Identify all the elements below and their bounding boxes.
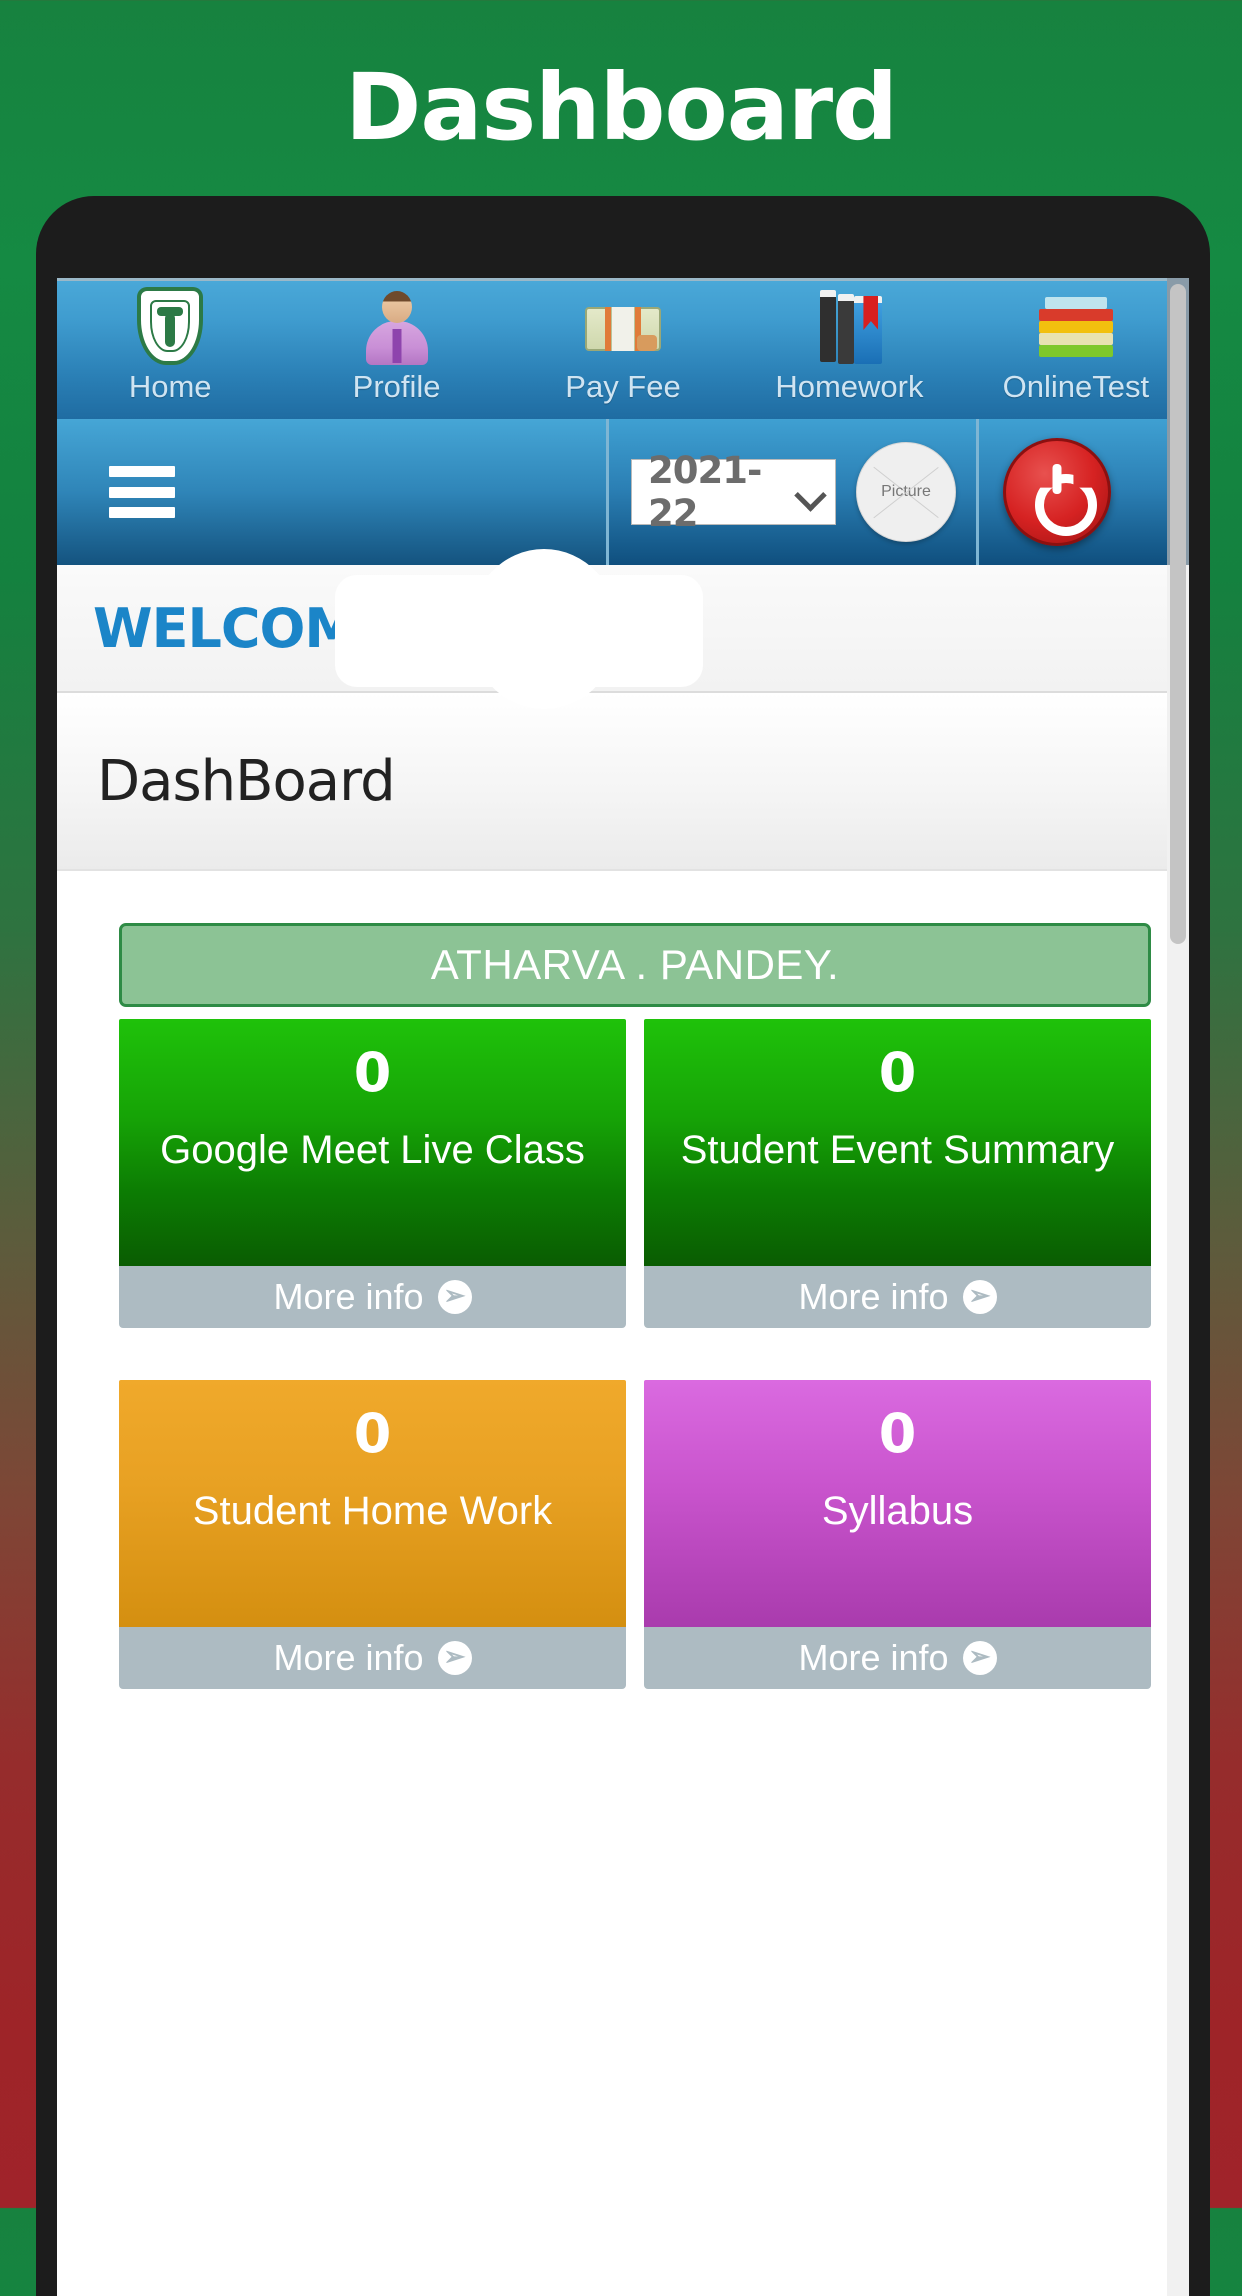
toolbar-left-section [57,419,609,565]
page-title: Dashboard [344,54,898,161]
arrow-right-circle-icon: ➢ [437,1641,472,1675]
nav-item-profile[interactable]: Profile [283,281,509,419]
tile-student-home-work[interactable]: 0 Student Home Work More info ➢ [119,1380,626,1689]
nav-item-homework[interactable]: Homework [736,281,962,419]
avatar[interactable]: Picture [856,442,956,542]
nav-item-online-test[interactable]: OnlineTest [963,281,1189,419]
book-stack-icon [1038,287,1113,367]
tile-more-info-label: More info [798,1637,949,1678]
arrow-right-circle-icon: ➢ [962,1280,997,1314]
tile-row-1: 0 Google Meet Live Class More info ➢ 0 S… [119,1019,1151,1328]
school-crest-icon [137,287,204,367]
nav-label-profile: Profile [352,369,441,404]
toolbar-right-section: 2021-22 Picture [609,419,1189,565]
hamburger-menu-icon[interactable] [109,466,175,518]
tile-more-info-button[interactable]: More info ➢ [119,1627,626,1689]
phone-frame: Home Profile Pay Fee Homework OnlineTest… [36,196,1210,2296]
tile-more-info-label: More info [273,1276,424,1317]
nav-item-pay-fee[interactable]: Pay Fee [510,281,736,419]
tile-body: 0 Student Event Summary [644,1019,1151,1266]
power-off-icon [1029,464,1085,520]
app-toolbar: 2021-22 Picture [57,419,1189,565]
tile-syllabus[interactable]: 0 Syllabus More info ➢ [644,1380,1151,1689]
phone-screen: Home Profile Pay Fee Homework OnlineTest… [57,278,1189,2296]
welcome-bar: WELCOME [57,549,1189,709]
tile-label: Google Meet Live Class [160,1127,585,1172]
tile-more-info-label: More info [798,1276,949,1317]
tile-student-event-summary[interactable]: 0 Student Event Summary More info ➢ [644,1019,1151,1328]
scrollbar-thumb[interactable] [1170,284,1186,944]
cash-money-icon [585,287,662,367]
tile-more-info-label: More info [273,1637,424,1678]
tile-body: 0 Syllabus [644,1380,1151,1627]
tile-label: Syllabus [821,1488,974,1533]
tile-more-info-button[interactable]: More info ➢ [644,1627,1151,1689]
nav-label-home: Home [128,369,212,404]
icon-navigation-bar: Home Profile Pay Fee Homework OnlineTest [57,278,1189,419]
session-year-value: 2021-22 [648,449,762,535]
tile-count: 0 [353,1041,392,1104]
nav-label-pay-fee: Pay Fee [565,369,681,404]
tile-count: 0 [353,1402,392,1465]
dashboard-heading-label: DashBoard [97,748,396,814]
books-bookmark-icon [814,287,884,367]
arrow-right-circle-icon: ➢ [437,1280,472,1314]
chevron-down-icon [797,484,821,500]
tile-more-info-button[interactable]: More info ➢ [644,1266,1151,1328]
logout-button[interactable] [1003,438,1111,546]
tile-count: 0 [878,1041,917,1104]
dashboard-heading: DashBoard [57,693,1189,871]
nav-label-homework: Homework [775,369,924,404]
avatar-placeholder-label: Picture [881,483,931,500]
nav-label-online-test: OnlineTest [1002,369,1150,404]
tile-more-info-button[interactable]: More info ➢ [119,1266,626,1328]
vertical-scrollbar[interactable] [1167,278,1189,2296]
tile-label: Student Home Work [192,1488,553,1533]
nav-item-home[interactable]: Home [57,281,283,419]
tile-label: Student Event Summary [680,1127,1115,1172]
student-name-banner: ATHARVA . PANDEY. [119,923,1151,1007]
student-name: ATHARVA . PANDEY. [430,941,840,988]
tile-body: 0 Student Home Work [119,1380,626,1627]
tile-google-meet-live-class[interactable]: 0 Google Meet Live Class More info ➢ [119,1019,626,1328]
dashboard-content: ATHARVA . PANDEY. 0 Google Meet Live Cla… [57,871,1189,1689]
tile-row-2: 0 Student Home Work More info ➢ 0 Syllab… [119,1380,1151,1689]
arrow-right-circle-icon: ➢ [962,1641,997,1675]
tile-count: 0 [878,1402,917,1465]
redacted-name-overlay-2 [469,549,619,709]
tile-body: 0 Google Meet Live Class [119,1019,626,1266]
session-year-select[interactable]: 2021-22 [631,449,836,535]
toolbar-divider [976,419,979,565]
person-avatar-icon [364,287,430,367]
